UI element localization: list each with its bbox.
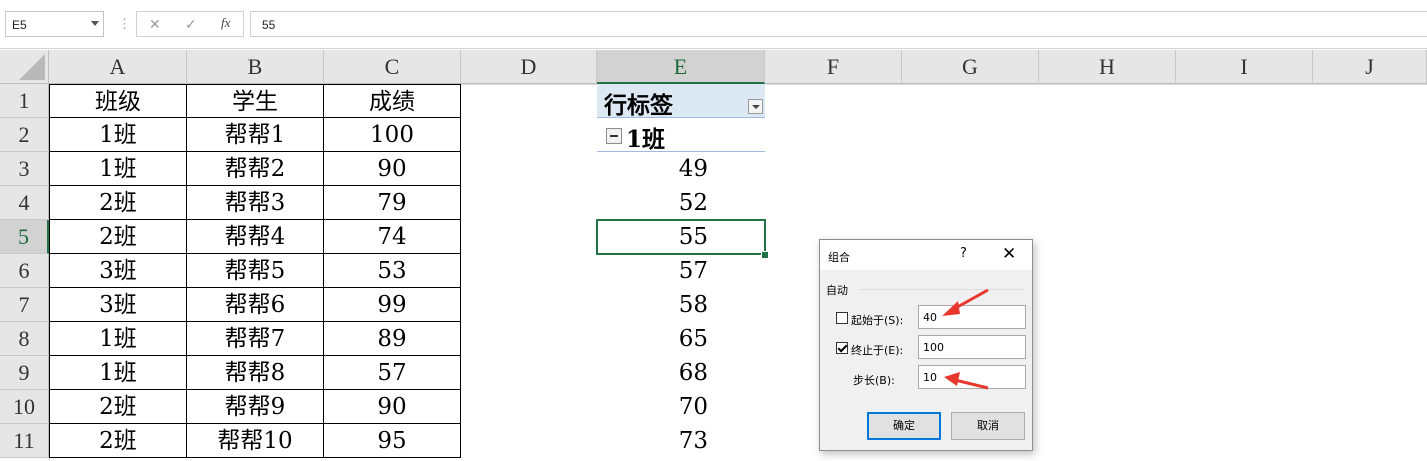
annotation-arrow-step [944, 372, 989, 390]
annotation-arrow-start [942, 288, 989, 316]
annotation-arrows [942, 288, 989, 390]
